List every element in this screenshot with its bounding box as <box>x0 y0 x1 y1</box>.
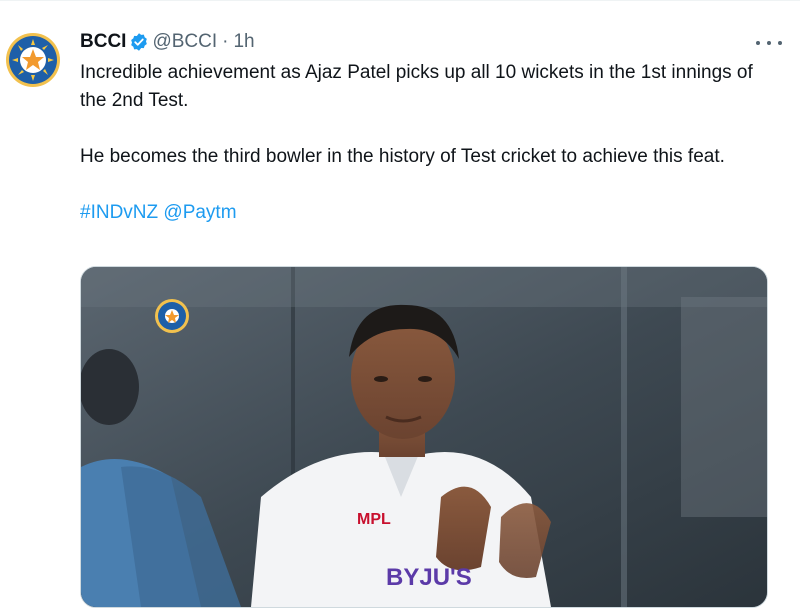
media-image: MPL BYJU'S <box>81 267 767 607</box>
tweet-text: Incredible achievement as Ajaz Patel pic… <box>80 59 760 227</box>
tweet-content: BCCI @BCCI · 1h Incredible achievement a… <box>80 27 780 227</box>
mention-link[interactable]: @Paytm <box>163 202 236 223</box>
header-separator: · <box>222 31 229 52</box>
tweet-text-line: He becomes the third bowler in the histo… <box>80 146 725 167</box>
tweet-timestamp[interactable]: 1h <box>233 27 254 57</box>
ellipsis-icon <box>756 41 760 45</box>
tweet-header: BCCI @BCCI · 1h <box>80 27 780 57</box>
bcci-avatar[interactable] <box>4 31 62 89</box>
shirt-logo-byjus: BYJU'S <box>386 564 472 591</box>
bcci-logo-icon <box>6 33 60 87</box>
tweet-media-video[interactable]: MPL BYJU'S <box>80 266 768 608</box>
tweet-tags: #INDvNZ @Paytm <box>80 199 760 227</box>
more-options-button[interactable] <box>756 33 782 53</box>
tweet-card[interactable]: BCCI @BCCI · 1h Incredible achievement a… <box>0 0 800 608</box>
hashtag-link[interactable]: #INDvNZ <box>80 202 158 223</box>
author-handle[interactable]: @BCCI <box>152 27 217 57</box>
tweet-text-line: Incredible achievement as Ajaz Patel pic… <box>80 62 753 111</box>
author-name[interactable]: BCCI <box>80 27 126 57</box>
video-watermark-logo-icon <box>155 299 189 333</box>
shirt-logo-mpl: MPL <box>357 511 391 528</box>
verified-badge-icon <box>131 33 148 51</box>
